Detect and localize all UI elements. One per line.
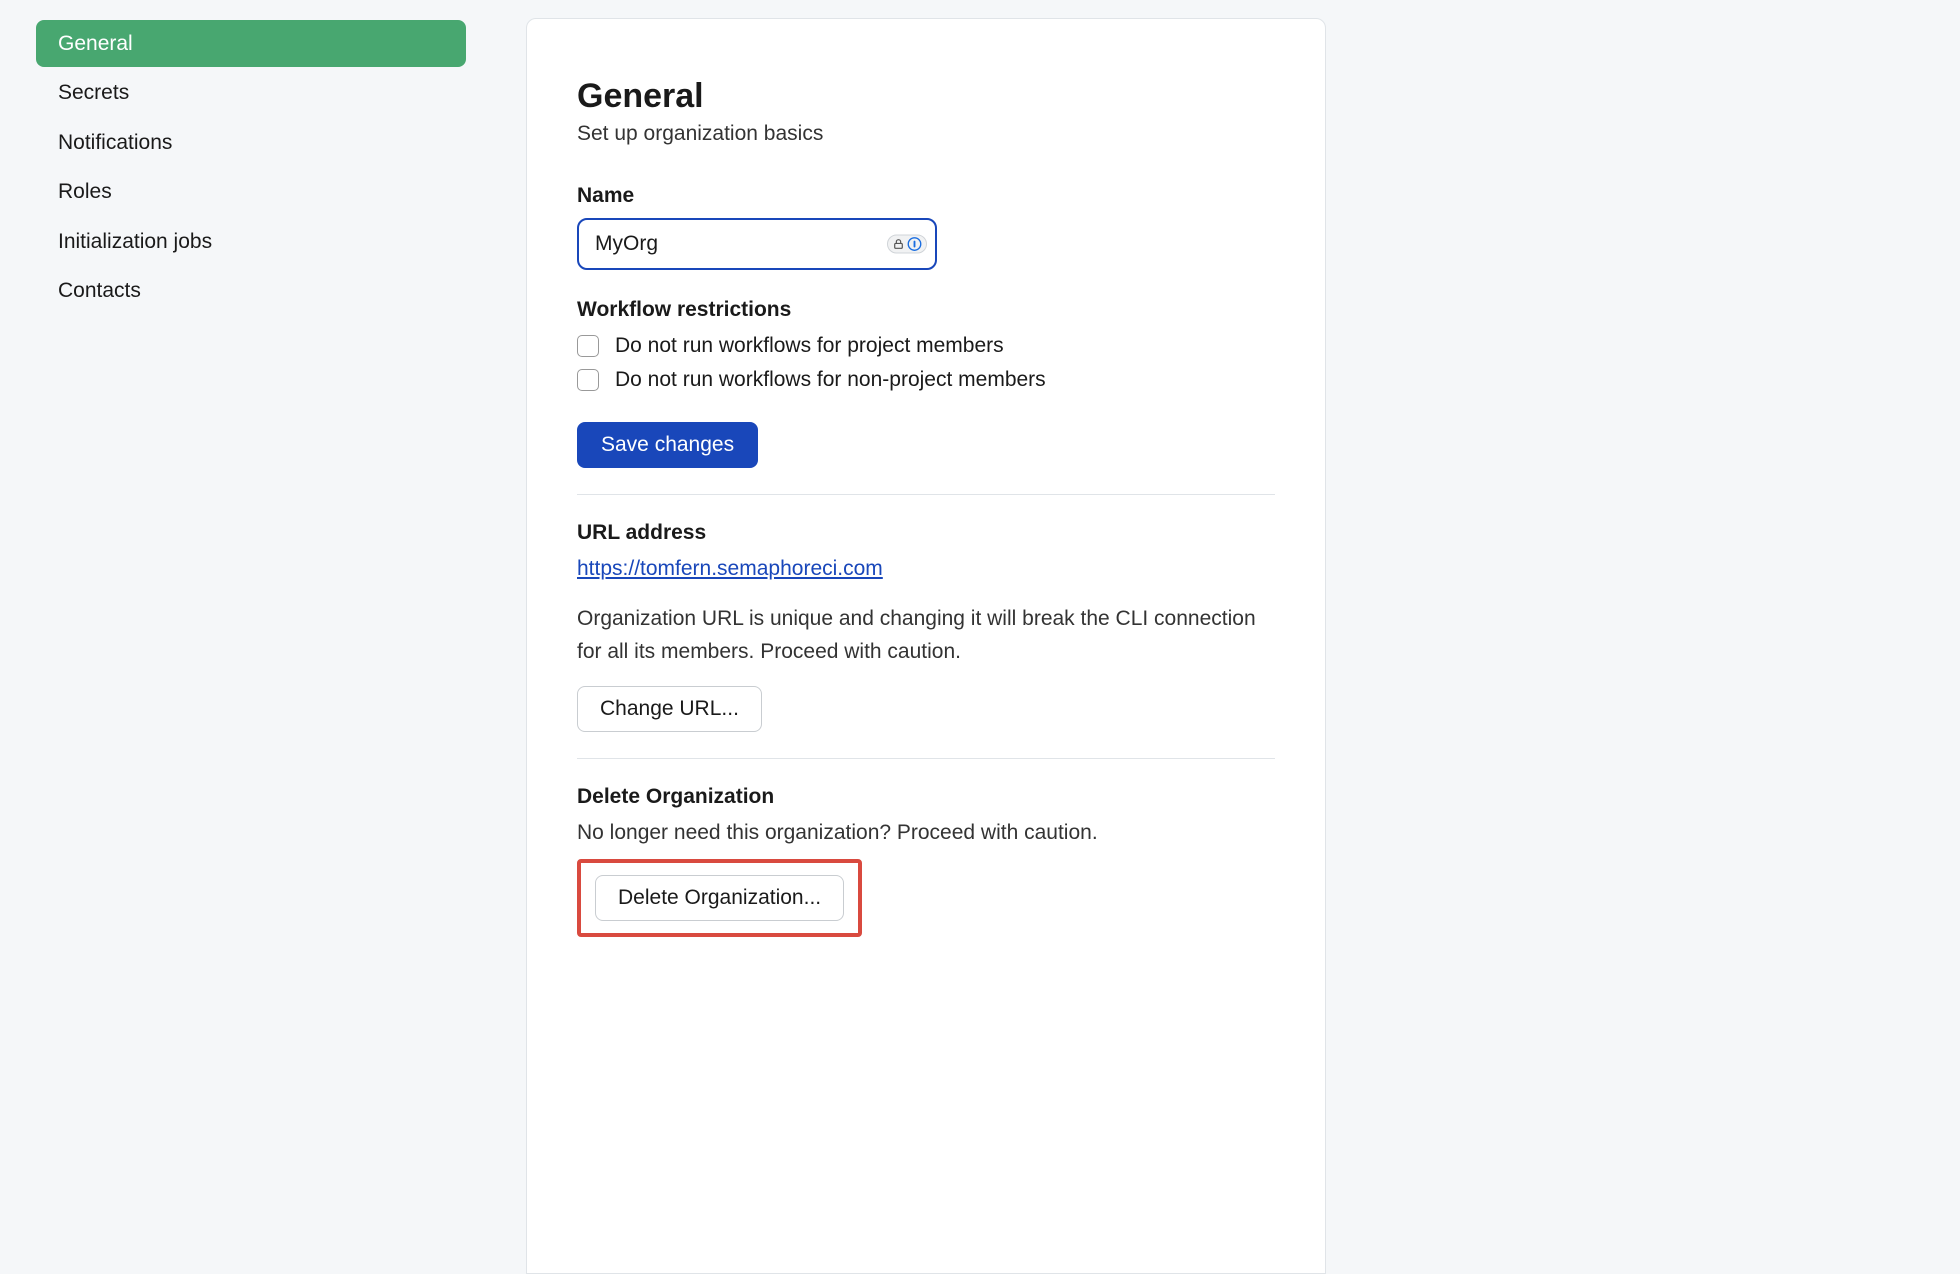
- url-address-heading: URL address: [577, 521, 1275, 545]
- page-title: General: [577, 77, 1275, 116]
- divider: [577, 494, 1275, 495]
- name-input-wrap: [577, 218, 937, 270]
- lock-icon: [892, 238, 905, 251]
- sidebar-item-contacts[interactable]: Contacts: [36, 267, 466, 314]
- delete-org-heading: Delete Organization: [577, 785, 1275, 809]
- sidebar-item-label: Initialization jobs: [58, 230, 212, 253]
- password-manager-badge[interactable]: [887, 235, 927, 254]
- page-subtitle: Set up organization basics: [577, 122, 1275, 146]
- main-panel: General Set up organization basics Name …: [526, 18, 1326, 1274]
- delete-organization-button[interactable]: Delete Organization...: [595, 875, 844, 921]
- org-url-link[interactable]: https://tomfern.semaphoreci.com: [577, 557, 883, 580]
- url-caution-text: Organization URL is unique and changing …: [577, 603, 1275, 668]
- checkbox-label: Do not run workflows for project members: [615, 334, 1004, 358]
- sidebar-item-initialization-jobs[interactable]: Initialization jobs: [36, 218, 466, 265]
- sidebar-item-label: Roles: [58, 180, 112, 203]
- settings-sidebar: General Secrets Notifications Roles Init…: [36, 18, 466, 1274]
- sidebar-item-label: General: [58, 32, 133, 55]
- checkbox-label: Do not run workflows for non-project mem…: [615, 368, 1046, 392]
- sidebar-item-general[interactable]: General: [36, 20, 466, 67]
- sidebar-item-label: Secrets: [58, 81, 129, 104]
- sidebar-item-label: Contacts: [58, 279, 141, 302]
- divider: [577, 758, 1275, 759]
- workflow-restrictions-heading: Workflow restrictions: [577, 298, 1275, 322]
- delete-highlight-box: Delete Organization...: [577, 859, 862, 937]
- save-changes-button[interactable]: Save changes: [577, 422, 758, 468]
- sidebar-item-label: Notifications: [58, 131, 172, 154]
- checkbox-row-project-members: Do not run workflows for project members: [577, 334, 1275, 358]
- org-name-input[interactable]: [577, 218, 937, 270]
- onepassword-icon: [907, 237, 922, 252]
- change-url-button[interactable]: Change URL...: [577, 686, 762, 732]
- delete-org-subtext: No longer need this organization? Procee…: [577, 821, 1275, 845]
- name-field-label: Name: [577, 184, 1275, 208]
- sidebar-item-secrets[interactable]: Secrets: [36, 69, 466, 116]
- checkbox-row-non-project-members: Do not run workflows for non-project mem…: [577, 368, 1275, 392]
- checkbox-non-project-members[interactable]: [577, 369, 599, 391]
- checkbox-project-members[interactable]: [577, 335, 599, 357]
- sidebar-item-roles[interactable]: Roles: [36, 168, 466, 215]
- sidebar-item-notifications[interactable]: Notifications: [36, 119, 466, 166]
